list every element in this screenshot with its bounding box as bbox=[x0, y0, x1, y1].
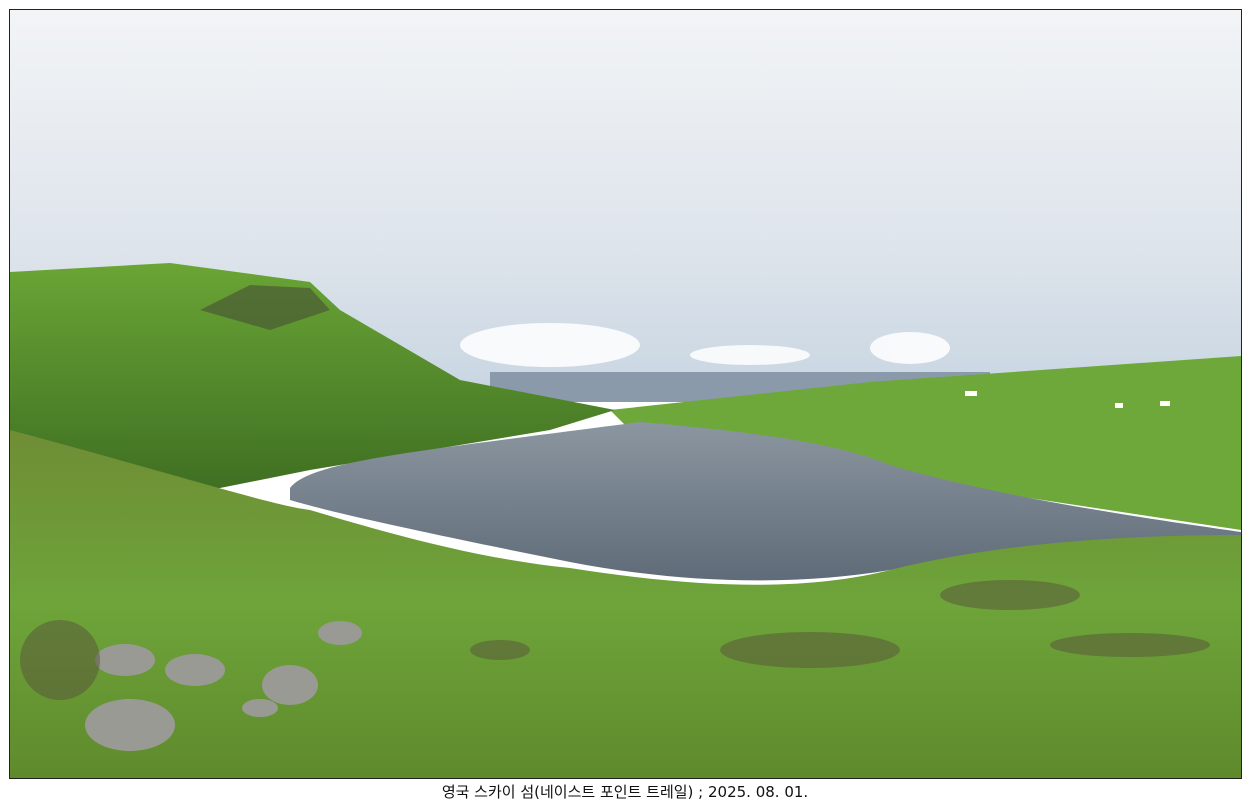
photo-scene bbox=[10, 10, 1241, 778]
photo-caption: 영국 스카이 섬(네이스트 포인트 트레일) ; 2025. 08. 01. bbox=[441, 783, 809, 801]
landscape-photo bbox=[9, 9, 1242, 779]
